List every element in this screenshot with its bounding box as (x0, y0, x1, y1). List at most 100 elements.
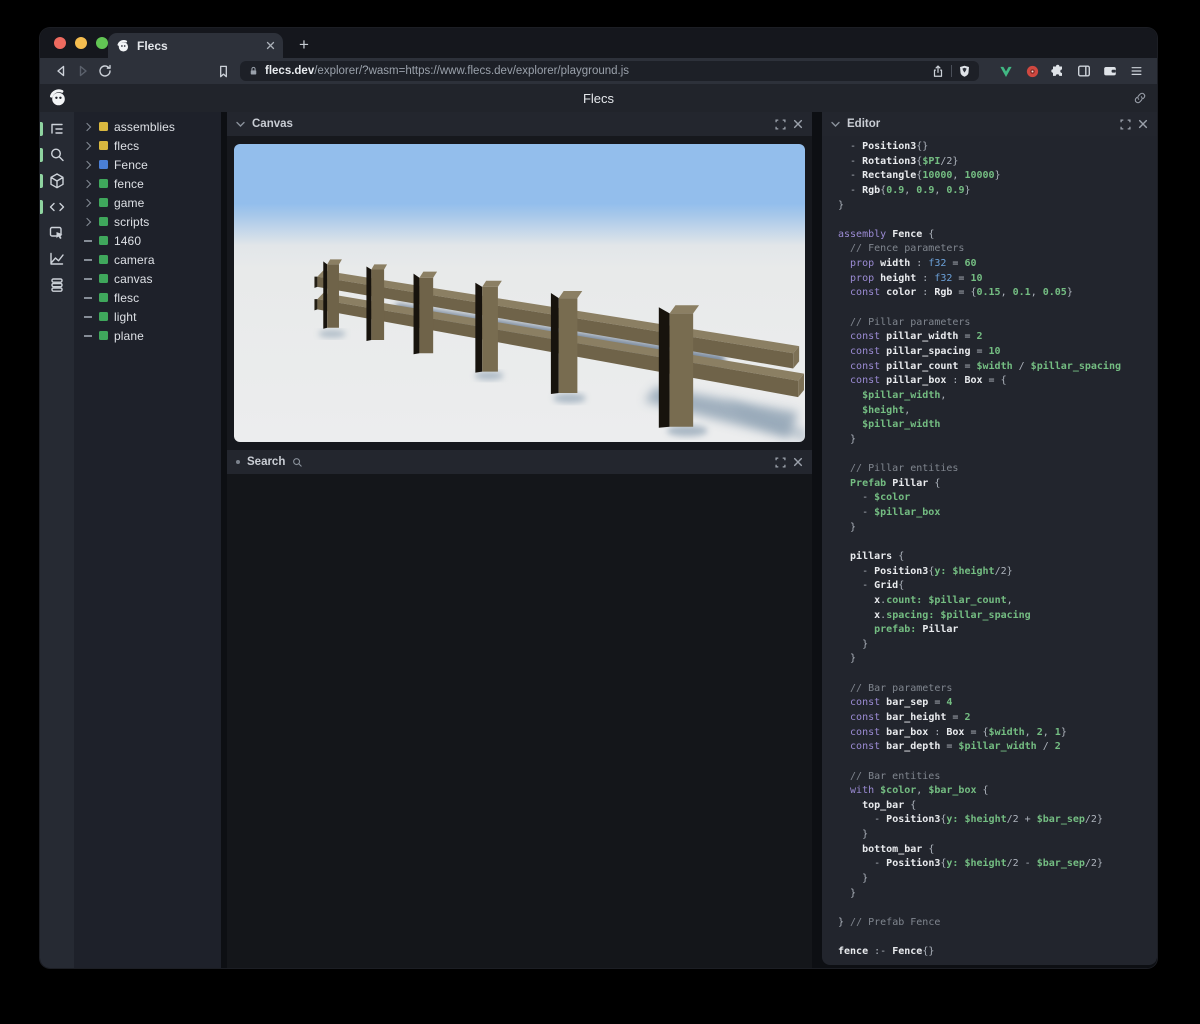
chevron-down-icon[interactable] (831, 121, 840, 128)
rail-search-button[interactable] (40, 142, 74, 168)
code-line: prop height : f32 = 10 (838, 273, 1157, 288)
code-line: - Position3{y: $height/2 - $bar_sep/2} (838, 858, 1157, 873)
rail-code-button[interactable] (40, 194, 74, 220)
bookmark-icon[interactable] (212, 61, 234, 81)
code-line: const bar_depth = $pillar_width / 2 (838, 741, 1157, 756)
expand-chevron-icon[interactable] (83, 124, 93, 130)
fullscreen-icon[interactable] (775, 457, 786, 468)
entity-label: 1460 (114, 234, 141, 248)
code-line: - Position3{y: $height/2} (838, 566, 1157, 581)
rail-outliner-button[interactable] (40, 116, 74, 142)
wallet-icon[interactable] (1099, 61, 1121, 81)
tree-item-game[interactable]: game (74, 193, 221, 212)
entity-color-square (99, 160, 108, 169)
tree-item-flesc[interactable]: flesc (74, 288, 221, 307)
entity-label: assemblies (114, 120, 175, 134)
tree-item-flecs[interactable]: flecs (74, 136, 221, 155)
entity-tree: assemblies flecsFencefence game scripts 1460… (74, 112, 221, 968)
code-line: fence :- Fence{} (838, 946, 1157, 961)
app-header: Flecs (40, 84, 1157, 112)
code-line: prop width : f32 = 60 (838, 258, 1157, 273)
forward-button[interactable] (72, 61, 94, 81)
code-line: const pillar_spacing = 10 (838, 346, 1157, 361)
search-icon (48, 146, 66, 164)
tree-item-1460[interactable]: 1460 (74, 231, 221, 250)
code-line (838, 448, 1157, 463)
code-line: const pillar_width = 2 (838, 331, 1157, 346)
vue-devtools-icon[interactable] (995, 61, 1017, 81)
expand-chevron-icon[interactable] (83, 181, 93, 187)
code-line: } (838, 873, 1157, 888)
sidebar-toggle-icon[interactable] (1073, 61, 1095, 81)
search-panel-header[interactable]: Search (227, 450, 812, 474)
browser-window: Flecs + (40, 28, 1157, 968)
tree-item-plane[interactable]: plane (74, 326, 221, 345)
tree-item-Fence[interactable]: Fence (74, 155, 221, 174)
code-line (838, 932, 1157, 947)
rail-stats-button[interactable] (40, 246, 74, 272)
close-icon[interactable] (793, 119, 803, 129)
back-button[interactable] (50, 61, 72, 81)
rail-queries-button[interactable] (40, 272, 74, 298)
leaf-dash-icon (83, 259, 93, 261)
tab-close-icon[interactable] (266, 41, 275, 50)
code-line: const pillar_count = $width / $pillar_sp… (838, 361, 1157, 376)
code-line: assembly Fence { (838, 229, 1157, 244)
extensions-puzzle-icon[interactable] (1047, 61, 1069, 81)
close-icon[interactable] (1138, 119, 1148, 129)
reload-button[interactable] (94, 61, 116, 81)
expand-chevron-icon[interactable] (83, 219, 93, 225)
zoom-window-button[interactable] (96, 37, 108, 49)
expand-chevron-icon[interactable] (83, 162, 93, 168)
tree-item-assemblies[interactable]: assemblies (74, 117, 221, 136)
new-tab-button[interactable]: + (292, 33, 316, 57)
editor-panel-header[interactable]: Editor (822, 112, 1157, 136)
tab-title: Flecs (137, 39, 259, 53)
code-line: // Pillar parameters (838, 317, 1157, 332)
entity-label: game (114, 196, 144, 210)
canvas-panel-header[interactable]: Canvas (227, 112, 812, 136)
canvas-panel-title: Canvas (252, 118, 768, 130)
entity-color-square (99, 293, 108, 302)
tree-item-light[interactable]: light (74, 307, 221, 326)
tree-item-fence[interactable]: fence (74, 174, 221, 193)
search-panel-body[interactable] (227, 474, 812, 968)
entities-icon (48, 172, 66, 190)
entity-color-square (99, 179, 108, 188)
fence-pillar (659, 305, 699, 427)
entity-color-square (99, 236, 108, 245)
brave-shield-icon[interactable] (958, 64, 971, 78)
tree-item-canvas[interactable]: canvas (74, 269, 221, 288)
code-line (838, 756, 1157, 771)
code-line: $pillar_width, (838, 390, 1157, 405)
entity-color-square (99, 312, 108, 321)
fullscreen-icon[interactable] (775, 119, 786, 130)
close-window-button[interactable] (54, 37, 66, 49)
panel-collapsed-dot (236, 460, 240, 464)
minimize-window-button[interactable] (75, 37, 87, 49)
rail-inspector-button[interactable] (40, 220, 74, 246)
close-icon[interactable] (793, 457, 803, 467)
code-line: // Pillar entities (838, 463, 1157, 478)
search-panel-title: Search (247, 456, 285, 468)
red-extension-icon[interactable] (1021, 61, 1043, 81)
code-line (838, 668, 1157, 683)
share-icon[interactable] (931, 64, 945, 78)
chevron-down-icon[interactable] (236, 121, 245, 128)
expand-chevron-icon[interactable] (83, 200, 93, 206)
code-editor[interactable]: - Position3{} - Rotation3{$PI/2} - Recta… (822, 136, 1157, 965)
active-panel-indicator (40, 122, 43, 136)
fullscreen-icon[interactable] (1120, 119, 1131, 130)
code-line: - Grid{ (838, 580, 1157, 595)
fence-3d-render[interactable] (234, 144, 805, 442)
browser-tab[interactable]: Flecs (108, 33, 283, 58)
expand-chevron-icon[interactable] (83, 143, 93, 149)
menu-icon[interactable] (1125, 61, 1147, 81)
rail-entities-button[interactable] (40, 168, 74, 194)
entity-color-square (99, 331, 108, 340)
tree-item-camera[interactable]: camera (74, 250, 221, 269)
tree-item-scripts[interactable]: scripts (74, 212, 221, 231)
code-line: $pillar_width (838, 419, 1157, 434)
url-bar[interactable]: flecs.dev/explorer/?wasm=https://www.fle… (240, 61, 979, 81)
permalink-icon[interactable] (1133, 91, 1147, 105)
